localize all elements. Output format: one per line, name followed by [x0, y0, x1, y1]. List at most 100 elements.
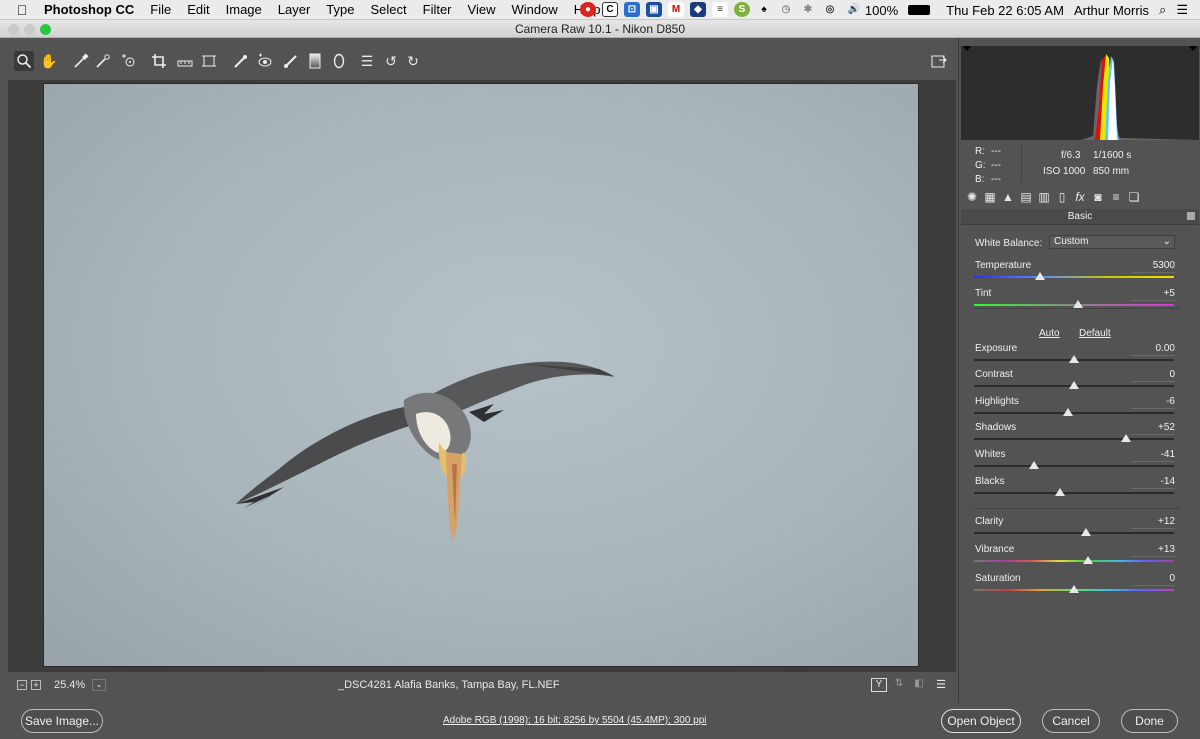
- lens-tab-icon[interactable]: ▯: [1055, 190, 1069, 204]
- presets-tab-icon[interactable]: ≡: [1109, 190, 1123, 204]
- white-balance-select[interactable]: Custom ⌄: [1049, 235, 1175, 249]
- app-list-icon[interactable]: ≡: [712, 2, 728, 17]
- clock[interactable]: Thu Feb 22 6:05 AM: [946, 3, 1064, 18]
- auto-link[interactable]: Auto: [1039, 328, 1060, 339]
- slider-track-vibrance[interactable]: [974, 560, 1174, 562]
- rotate-cw-icon[interactable]: ↻: [404, 52, 422, 70]
- preferences-icon[interactable]: ☰: [358, 52, 376, 70]
- app-chat-icon[interactable]: ◆: [690, 2, 706, 17]
- slider-track-whites[interactable]: [974, 465, 1174, 467]
- battery-icon[interactable]: [908, 5, 931, 15]
- preview-area[interactable]: [8, 80, 956, 672]
- settings-toggle-icon[interactable]: ☰: [934, 678, 948, 692]
- zoom-out-icon[interactable]: −: [17, 680, 27, 690]
- camera-calibration-tab-icon[interactable]: ◙: [1091, 190, 1105, 204]
- menu-file[interactable]: File: [142, 2, 179, 17]
- slider-thumb-exposure[interactable]: [1069, 355, 1079, 363]
- preview-image[interactable]: [43, 83, 919, 667]
- red-eye-icon[interactable]: [256, 52, 274, 70]
- snapshots-tab-icon[interactable]: ❏: [1127, 190, 1141, 204]
- slider-track-blacks[interactable]: [974, 492, 1174, 494]
- menu-type[interactable]: Type: [318, 2, 362, 17]
- slider-value-clarity[interactable]: +12: [1131, 516, 1175, 529]
- airplay-icon[interactable]: ◎: [822, 2, 838, 17]
- color-sampler-icon[interactable]: [94, 52, 112, 70]
- slider-value-saturation[interactable]: 0: [1131, 573, 1175, 586]
- menu-edit[interactable]: Edit: [179, 2, 217, 17]
- done-button[interactable]: Done: [1121, 709, 1178, 733]
- slider-value-shadows[interactable]: +52: [1131, 422, 1175, 435]
- hand-icon[interactable]: ✋: [40, 52, 58, 70]
- hsl-tab-icon[interactable]: ▤: [1019, 190, 1033, 204]
- slider-track-clarity[interactable]: [974, 532, 1174, 534]
- menu-view[interactable]: View: [460, 2, 504, 17]
- split-toning-tab-icon[interactable]: ▥: [1037, 190, 1051, 204]
- app-red-icon[interactable]: ●: [580, 2, 596, 17]
- slider-thumb-clarity[interactable]: [1081, 528, 1091, 536]
- menu-filter[interactable]: Filter: [415, 2, 460, 17]
- cancel-button[interactable]: Cancel: [1042, 709, 1100, 733]
- zoom-icon[interactable]: [14, 51, 34, 71]
- detail-tab-icon[interactable]: ▲: [1001, 190, 1015, 204]
- slider-thumb-whites[interactable]: [1029, 461, 1039, 469]
- fullscreen-icon[interactable]: [930, 52, 948, 70]
- workflow-options-link[interactable]: Adobe RGB (1998); 16 bit; 8256 by 5504 (…: [443, 715, 707, 726]
- target-adjust-icon[interactable]: [120, 52, 138, 70]
- crop-icon[interactable]: [150, 52, 168, 70]
- bluetooth-icon[interactable]: ✱: [800, 2, 816, 17]
- zoom-window-icon[interactable]: [40, 24, 51, 35]
- notification-center-icon[interactable]: ☰: [1176, 2, 1188, 18]
- app-shield-icon[interactable]: ▣: [646, 2, 662, 17]
- slider-value-vibrance[interactable]: +13: [1131, 544, 1175, 557]
- zoom-in-icon[interactable]: +: [31, 680, 41, 690]
- slider-thumb-shadows[interactable]: [1121, 434, 1131, 442]
- slider-thumb-temperature[interactable]: [1035, 272, 1045, 280]
- slider-track-temperature[interactable]: [974, 276, 1174, 278]
- slider-track-highlights[interactable]: [974, 412, 1174, 414]
- volume-icon[interactable]: 🔊: [844, 2, 864, 17]
- graduated-filter-icon[interactable]: [306, 52, 324, 70]
- white-balance-icon[interactable]: [72, 52, 90, 70]
- slider-thumb-blacks[interactable]: [1055, 488, 1065, 496]
- slider-thumb-tint[interactable]: [1073, 300, 1083, 308]
- transform-icon[interactable]: [200, 52, 218, 70]
- menu-layer[interactable]: Layer: [270, 2, 319, 17]
- slider-value-exposure[interactable]: 0.00: [1131, 343, 1175, 356]
- straighten-icon[interactable]: [176, 52, 194, 70]
- binoculars-icon[interactable]: ♠: [756, 2, 772, 17]
- slider-thumb-saturation[interactable]: [1069, 585, 1079, 593]
- time-machine-icon[interactable]: ◷: [778, 2, 794, 17]
- slider-value-temperature[interactable]: 5300: [1131, 260, 1175, 273]
- slider-track-shadows[interactable]: [974, 438, 1174, 440]
- basic-tab-icon[interactable]: ✺: [965, 190, 979, 204]
- zoom-dropdown-icon[interactable]: ⌄: [92, 679, 106, 691]
- slider-thumb-contrast[interactable]: [1069, 381, 1079, 389]
- slider-value-contrast[interactable]: 0: [1131, 369, 1175, 382]
- effects-tab-icon[interactable]: fx: [1073, 190, 1087, 204]
- swap-settings-icon[interactable]: ⇅: [892, 678, 906, 692]
- spotlight-icon[interactable]: ⌕: [1159, 2, 1166, 18]
- default-link[interactable]: Default: [1079, 328, 1111, 339]
- slider-value-whites[interactable]: -41: [1131, 449, 1175, 462]
- open-object-button[interactable]: Open Object: [941, 709, 1021, 733]
- radial-filter-icon[interactable]: [330, 52, 348, 70]
- menu-window[interactable]: Window: [503, 2, 565, 17]
- app-m-icon[interactable]: M: [668, 2, 684, 17]
- apple-menu-icon[interactable]: : [0, 2, 44, 18]
- app-c-icon[interactable]: C: [602, 2, 618, 17]
- copy-settings-icon[interactable]: ◧: [912, 678, 926, 692]
- menu-image[interactable]: Image: [218, 2, 270, 17]
- tone-curve-tab-icon[interactable]: ▦: [983, 190, 997, 204]
- slider-value-highlights[interactable]: -6: [1131, 396, 1175, 409]
- menu-select[interactable]: Select: [362, 2, 414, 17]
- adjustment-brush-icon[interactable]: [282, 52, 300, 70]
- rotate-ccw-icon[interactable]: ↺: [382, 52, 400, 70]
- spot-removal-icon[interactable]: [232, 52, 250, 70]
- slider-thumb-highlights[interactable]: [1063, 408, 1073, 416]
- app-blue-icon[interactable]: ⊡: [624, 2, 640, 17]
- zoom-level[interactable]: 25.4%: [54, 679, 85, 691]
- panel-menu-icon[interactable]: [1187, 212, 1195, 220]
- save-image-button[interactable]: Save Image...: [21, 709, 103, 733]
- menu-app[interactable]: Photoshop CC: [44, 2, 142, 17]
- slider-thumb-vibrance[interactable]: [1083, 556, 1093, 564]
